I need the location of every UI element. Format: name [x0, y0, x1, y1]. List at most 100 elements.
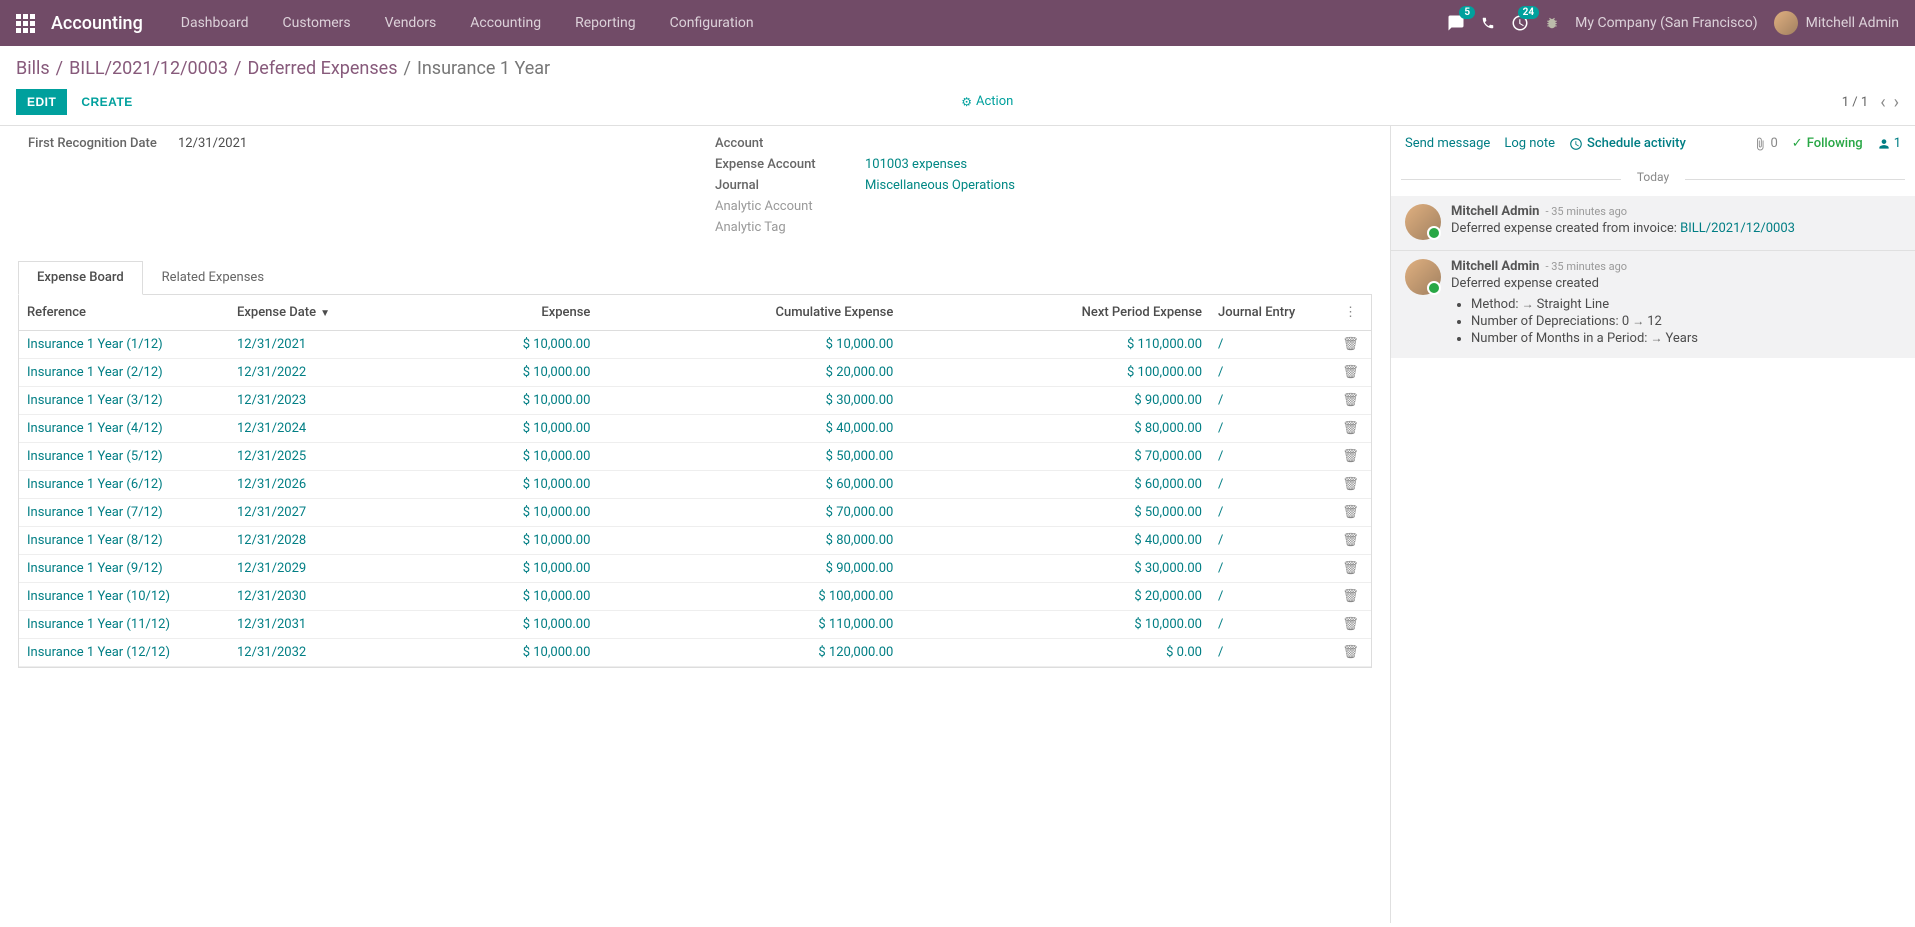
action-dropdown[interactable]: ⚙ Action [961, 94, 1013, 109]
expense-account-value[interactable]: 101003 expenses [865, 157, 967, 172]
user-menu[interactable]: Mitchell Admin [1774, 11, 1899, 35]
nav-item-configuration[interactable]: Configuration [656, 9, 768, 37]
cell-reference[interactable]: Insurance 1 Year (11/12) [19, 611, 229, 639]
cell-date[interactable]: 12/31/2024 [229, 415, 409, 443]
nav-item-vendors[interactable]: Vendors [371, 9, 451, 37]
cell-journal-entry[interactable]: / [1210, 331, 1330, 359]
cell-reference[interactable]: Insurance 1 Year (7/12) [19, 499, 229, 527]
trash-icon[interactable]: 🗑 [1342, 589, 1359, 604]
table-row[interactable]: Insurance 1 Year (4/12)12/31/2024$ 10,00… [19, 415, 1371, 443]
breadcrumb-deferred-expenses[interactable]: Deferred Expenses [247, 58, 397, 79]
th-next-period[interactable]: Next Period Expense [901, 295, 1210, 331]
send-message-button[interactable]: Send message [1405, 136, 1490, 151]
cell-reference[interactable]: Insurance 1 Year (1/12) [19, 331, 229, 359]
cell-date[interactable]: 12/31/2028 [229, 527, 409, 555]
breadcrumb-bill-number[interactable]: BILL/2021/12/0003 [69, 58, 228, 79]
cell-date[interactable]: 12/31/2030 [229, 583, 409, 611]
cell-journal-entry[interactable]: / [1210, 527, 1330, 555]
cell-reference[interactable]: Insurance 1 Year (10/12) [19, 583, 229, 611]
apps-icon[interactable] [16, 14, 35, 33]
edit-button[interactable]: EDIT [16, 89, 67, 115]
message-link-invoice[interactable]: BILL/2021/12/0003 [1680, 221, 1795, 236]
cell-date[interactable]: 12/31/2021 [229, 331, 409, 359]
cell-date[interactable]: 12/31/2025 [229, 443, 409, 471]
table-row[interactable]: Insurance 1 Year (5/12)12/31/2025$ 10,00… [19, 443, 1371, 471]
cell-journal-entry[interactable]: / [1210, 387, 1330, 415]
th-expense-date[interactable]: Expense Date▼ [229, 295, 409, 331]
trash-icon[interactable]: 🗑 [1342, 505, 1359, 520]
cell-date[interactable]: 12/31/2029 [229, 555, 409, 583]
debug-icon[interactable] [1545, 16, 1559, 31]
cell-date[interactable]: 12/31/2023 [229, 387, 409, 415]
th-cumulative[interactable]: Cumulative Expense [598, 295, 901, 331]
cell-journal-entry[interactable]: / [1210, 415, 1330, 443]
cell-date[interactable]: 12/31/2022 [229, 359, 409, 387]
cell-journal-entry[interactable]: / [1210, 555, 1330, 583]
nav-item-dashboard[interactable]: Dashboard [167, 9, 263, 37]
attachments-button[interactable]: 0 [1753, 136, 1777, 151]
following-button[interactable]: ✓ Following [1792, 136, 1863, 151]
trash-icon[interactable]: 🗑 [1342, 449, 1359, 464]
journal-value[interactable]: Miscellaneous Operations [865, 178, 1015, 193]
company-selector[interactable]: My Company (San Francisco) [1575, 15, 1757, 31]
pager-next[interactable]: › [1894, 92, 1899, 113]
table-row[interactable]: Insurance 1 Year (3/12)12/31/2023$ 10,00… [19, 387, 1371, 415]
trash-icon[interactable]: 🗑 [1342, 365, 1359, 380]
phone-icon[interactable] [1481, 16, 1495, 31]
nav-item-reporting[interactable]: Reporting [561, 9, 650, 37]
nav-item-customers[interactable]: Customers [269, 9, 365, 37]
cell-journal-entry[interactable]: / [1210, 499, 1330, 527]
table-row[interactable]: Insurance 1 Year (10/12)12/31/2030$ 10,0… [19, 583, 1371, 611]
cell-reference[interactable]: Insurance 1 Year (2/12) [19, 359, 229, 387]
cell-date[interactable]: 12/31/2032 [229, 639, 409, 667]
cell-reference[interactable]: Insurance 1 Year (12/12) [19, 639, 229, 667]
table-row[interactable]: Insurance 1 Year (1/12)12/31/2021$ 10,00… [19, 331, 1371, 359]
trash-icon[interactable]: 🗑 [1342, 421, 1359, 436]
cell-reference[interactable]: Insurance 1 Year (8/12) [19, 527, 229, 555]
table-row[interactable]: Insurance 1 Year (9/12)12/31/2029$ 10,00… [19, 555, 1371, 583]
cell-journal-entry[interactable]: / [1210, 471, 1330, 499]
th-journal-entry[interactable]: Journal Entry [1210, 295, 1330, 331]
activities-icon[interactable]: 24 [1511, 14, 1529, 32]
cell-reference[interactable]: Insurance 1 Year (6/12) [19, 471, 229, 499]
th-expense[interactable]: Expense [409, 295, 598, 331]
table-row[interactable]: Insurance 1 Year (6/12)12/31/2026$ 10,00… [19, 471, 1371, 499]
nav-item-accounting[interactable]: Accounting [456, 9, 555, 37]
followers-button[interactable]: 1 [1877, 136, 1901, 151]
trash-icon[interactable]: 🗑 [1342, 617, 1359, 632]
cell-date[interactable]: 12/31/2026 [229, 471, 409, 499]
cell-journal-entry[interactable]: / [1210, 611, 1330, 639]
cell-reference[interactable]: Insurance 1 Year (3/12) [19, 387, 229, 415]
trash-icon[interactable]: 🗑 [1342, 393, 1359, 408]
trash-icon[interactable]: 🗑 [1342, 533, 1359, 548]
table-row[interactable]: Insurance 1 Year (12/12)12/31/2032$ 10,0… [19, 639, 1371, 667]
app-name[interactable]: Accounting [51, 13, 143, 34]
th-reference[interactable]: Reference [19, 295, 229, 331]
cell-journal-entry[interactable]: / [1210, 359, 1330, 387]
cell-date[interactable]: 12/31/2031 [229, 611, 409, 639]
create-button[interactable]: CREATE [81, 95, 132, 109]
cell-journal-entry[interactable]: / [1210, 639, 1330, 667]
cell-reference[interactable]: Insurance 1 Year (9/12) [19, 555, 229, 583]
tab-expense-board[interactable]: Expense Board [18, 261, 143, 295]
trash-icon[interactable]: 🗑 [1342, 561, 1359, 576]
table-row[interactable]: Insurance 1 Year (8/12)12/31/2028$ 10,00… [19, 527, 1371, 555]
cell-reference[interactable]: Insurance 1 Year (5/12) [19, 443, 229, 471]
cell-date[interactable]: 12/31/2027 [229, 499, 409, 527]
table-row[interactable]: Insurance 1 Year (7/12)12/31/2027$ 10,00… [19, 499, 1371, 527]
messaging-icon[interactable]: 5 [1447, 14, 1465, 32]
cell-reference[interactable]: Insurance 1 Year (4/12) [19, 415, 229, 443]
trash-icon[interactable]: 🗑 [1342, 337, 1359, 352]
schedule-activity-button[interactable]: Schedule activity [1569, 136, 1686, 151]
pager-prev[interactable]: ‹ [1880, 92, 1885, 113]
breadcrumb-bills[interactable]: Bills [16, 58, 50, 79]
trash-icon[interactable]: 🗑 [1342, 645, 1359, 660]
cell-journal-entry[interactable]: / [1210, 443, 1330, 471]
table-row[interactable]: Insurance 1 Year (11/12)12/31/2031$ 10,0… [19, 611, 1371, 639]
log-note-button[interactable]: Log note [1504, 136, 1555, 151]
table-row[interactable]: Insurance 1 Year (2/12)12/31/2022$ 10,00… [19, 359, 1371, 387]
kebab-icon[interactable]: ⋮ [1338, 305, 1363, 320]
tab-related-expenses[interactable]: Related Expenses [143, 261, 283, 294]
cell-journal-entry[interactable]: / [1210, 583, 1330, 611]
trash-icon[interactable]: 🗑 [1342, 477, 1359, 492]
